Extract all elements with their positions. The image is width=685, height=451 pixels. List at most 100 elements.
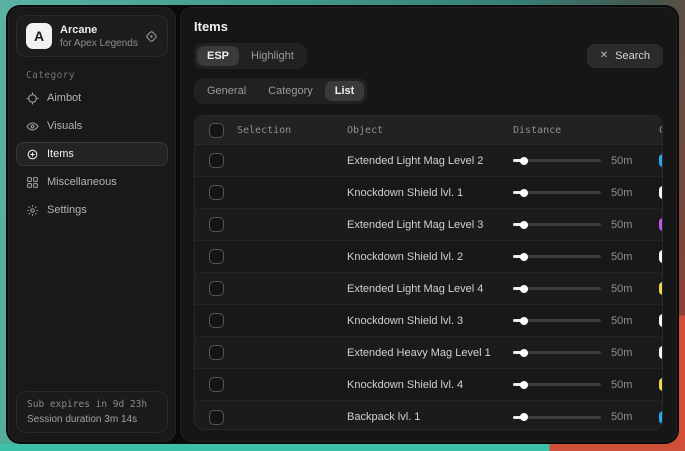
distance-value: 50m [611,219,659,231]
distance-slider[interactable] [513,383,601,386]
object-name: Extended Light Mag Level 4 [347,283,513,295]
object-name: Extended Heavy Mag Level 1 [347,347,513,359]
distance-slider[interactable] [513,159,601,162]
distance-value: 50m [611,379,659,391]
sidebar-nav: Aimbot Visuals Items Miscellaneous Setti… [9,86,175,222]
object-name: Knockdown Shield lvl. 3 [347,315,513,327]
object-name: Knockdown Shield lvl. 4 [347,379,513,391]
view-tab-group: GeneralCategoryList [194,78,367,104]
object-name: Knockdown Shield lvl. 2 [347,251,513,263]
sidebar-item-label: Settings [47,204,87,216]
eye-icon [26,120,39,133]
table-row: Knockdown Shield lvl. 2 50m [195,241,662,273]
row-checkbox[interactable] [209,377,224,392]
crosshair-icon [26,92,39,105]
row-checkbox[interactable] [209,249,224,264]
select-all-checkbox[interactable] [209,123,224,138]
search-button[interactable]: ✕ Search [587,44,663,68]
diamond-badge-icon[interactable] [145,30,158,43]
table-row: Extended Light Mag Level 3 50m [195,209,662,241]
row-checkbox[interactable] [209,410,224,425]
app-name: Arcane [60,24,137,36]
row-checkbox[interactable] [209,281,224,296]
sidebar-item-label: Aimbot [47,92,81,104]
row-checkbox[interactable] [209,153,224,168]
distance-slider[interactable] [513,191,601,194]
distance-slider[interactable] [513,287,601,290]
color-swatch[interactable] [659,218,663,231]
sidebar-item-aimbot[interactable]: Aimbot [16,86,168,110]
controls-row: ESPHighlight ✕ Search [194,43,663,69]
sidebar-item-label: Visuals [47,120,82,132]
grid-icon [26,176,39,189]
color-swatch[interactable] [659,314,663,327]
sidebar: A Arcane for Apex Legends Category Aimbo… [8,7,176,442]
mode-tab-group: ESPHighlight [194,43,307,69]
distance-value: 50m [611,347,659,359]
color-swatch[interactable] [659,154,663,167]
distance-slider[interactable] [513,416,601,419]
search-button-label: Search [615,50,650,62]
sidebar-item-settings[interactable]: Settings [16,198,168,222]
sidebar-item-miscellaneous[interactable]: Miscellaneous [16,170,168,194]
distance-slider[interactable] [513,319,601,322]
sidebar-item-visuals[interactable]: Visuals [16,114,168,138]
view-row: GeneralCategoryList [194,78,663,104]
close-icon: ✕ [600,51,608,61]
tab-esp[interactable]: ESP [197,46,239,66]
session-duration-text: Session duration 3m 14s [27,414,157,425]
color-swatch[interactable] [659,346,663,359]
distance-value: 50m [611,155,659,167]
object-name: Backpack lvl. 1 [347,411,513,423]
object-name: Extended Light Mag Level 2 [347,155,513,167]
category-label: Category [26,70,175,81]
distance-value: 50m [611,187,659,199]
sidebar-item-label: Miscellaneous [47,176,117,188]
color-swatch[interactable] [659,250,663,263]
table-row: Extended Heavy Mag Level 1 50m [195,337,662,369]
table-row: Knockdown Shield lvl. 3 50m [195,305,662,337]
distance-value: 50m [611,315,659,327]
object-name: Extended Light Mag Level 3 [347,219,513,231]
main-panel: Items ESPHighlight ✕ Search GeneralCateg… [180,7,677,442]
table-body: Extended Light Mag Level 2 50m Knockdown… [195,145,662,430]
color-swatch[interactable] [659,282,663,295]
app-logo: A [26,23,52,49]
row-checkbox[interactable] [209,345,224,360]
distance-slider[interactable] [513,351,601,354]
header-color: Color [659,125,663,136]
gear-icon [26,204,39,217]
table-row: Extended Light Mag Level 4 50m [195,273,662,305]
distance-value: 50m [611,411,659,423]
color-swatch[interactable] [659,378,663,391]
app-window: A Arcane for Apex Legends Category Aimbo… [6,5,679,444]
table-row: Extended Light Mag Level 2 50m [195,145,662,177]
table-row: Backpack lvl. 1 50m [195,401,662,430]
app-header-card: A Arcane for Apex Legends [16,15,168,57]
row-checkbox[interactable] [209,217,224,232]
row-checkbox[interactable] [209,185,224,200]
app-subtitle: for Apex Legends [60,38,137,49]
distance-value: 50m [611,251,659,263]
header-selection: Selection [237,125,347,136]
sidebar-item-items[interactable]: Items [16,142,168,166]
row-checkbox[interactable] [209,313,224,328]
distance-slider[interactable] [513,223,601,226]
color-swatch[interactable] [659,411,663,424]
color-swatch[interactable] [659,186,663,199]
sidebar-item-label: Items [47,148,74,160]
distance-slider[interactable] [513,255,601,258]
header-distance: Distance [513,125,611,136]
tab-list[interactable]: List [325,81,365,101]
distance-value: 50m [611,283,659,295]
header-object: Object [347,125,513,136]
page-title: Items [194,19,663,34]
table-row: Knockdown Shield lvl. 4 50m [195,369,662,401]
tab-highlight[interactable]: Highlight [241,46,304,66]
table-row: Knockdown Shield lvl. 1 50m [195,177,662,209]
tab-category[interactable]: Category [258,81,323,101]
session-info-card: Sub expires in 9d 23h Session duration 3… [16,391,168,433]
object-name: Knockdown Shield lvl. 1 [347,187,513,199]
sub-expiry-text: Sub expires in 9d 23h [27,399,157,410]
tab-general[interactable]: General [197,81,256,101]
